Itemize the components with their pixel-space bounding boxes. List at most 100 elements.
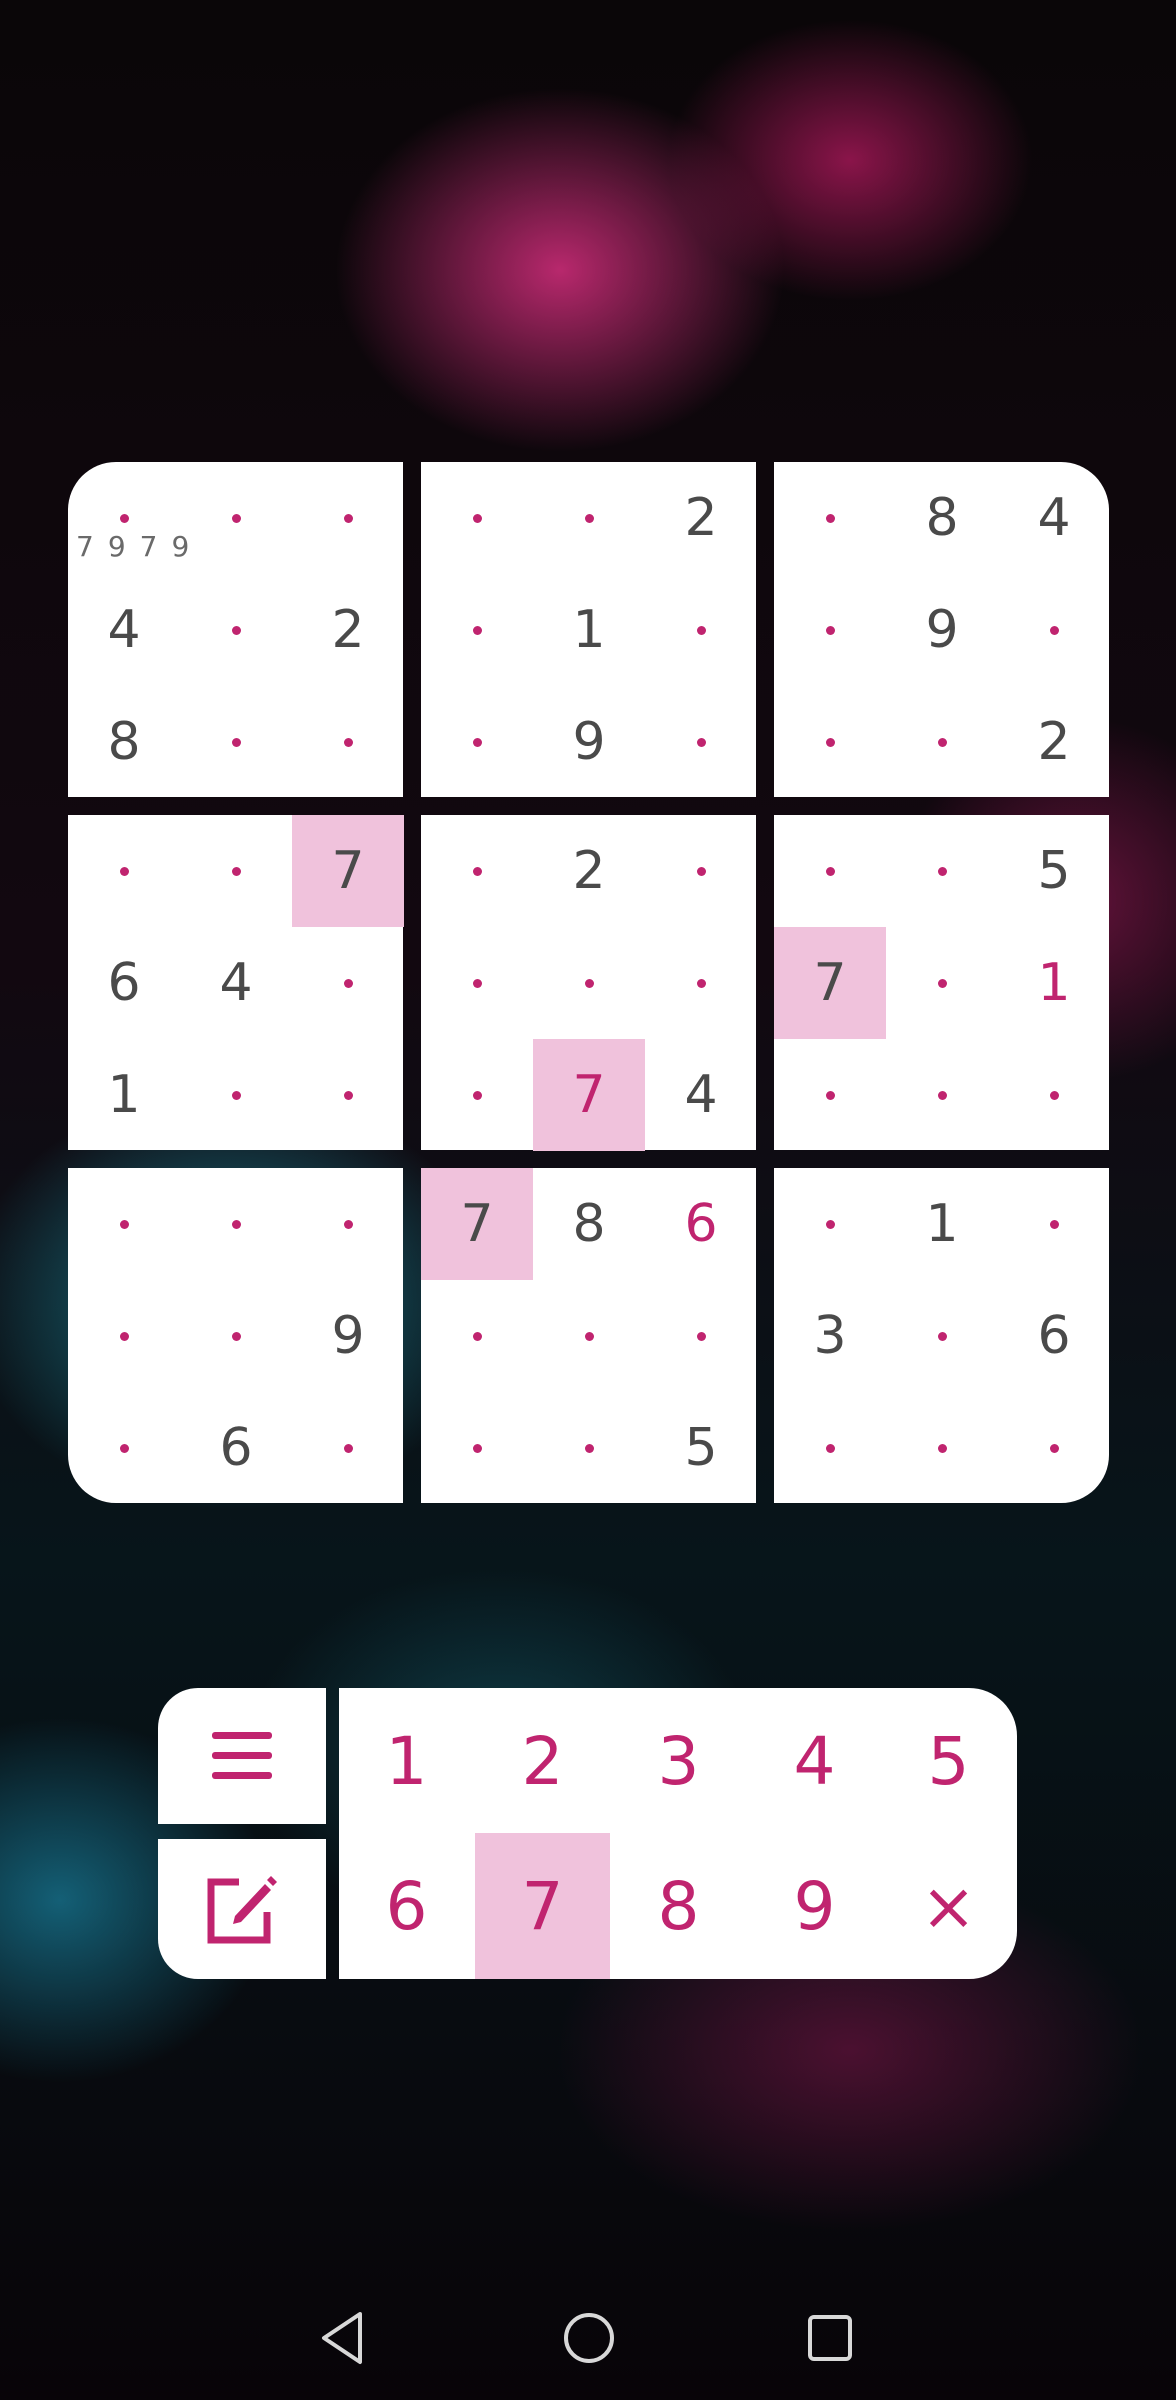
sudoku-cell[interactable]: 7 — [421, 1168, 533, 1280]
sudoku-cell[interactable] — [68, 1392, 180, 1504]
sudoku-cell[interactable] — [774, 574, 886, 686]
sudoku-box: 786 5 — [421, 1168, 756, 1503]
sudoku-cell[interactable]: 6 — [180, 1392, 292, 1504]
sudoku-cell[interactable] — [533, 462, 645, 574]
sudoku-cell[interactable] — [292, 1039, 404, 1151]
sudoku-cell[interactable] — [421, 686, 533, 798]
sudoku-cell[interactable]: 8 — [886, 462, 998, 574]
sudoku-cell[interactable] — [886, 927, 998, 1039]
number-key-6[interactable]: 6 — [339, 1833, 474, 1979]
sudoku-box: 2 74 — [421, 815, 757, 1151]
sudoku-cell[interactable] — [533, 1280, 645, 1392]
sudoku-cell[interactable]: 2 — [292, 574, 404, 686]
sudoku-cell[interactable] — [998, 1039, 1110, 1151]
sudoku-cell[interactable]: 5 — [998, 815, 1110, 927]
sudoku-cell[interactable]: 9 — [533, 686, 645, 798]
sudoku-cell[interactable]: 1 — [886, 1168, 998, 1280]
home-circle-icon[interactable] — [562, 2310, 616, 2366]
sudoku-cell[interactable] — [886, 815, 998, 927]
sudoku-cell[interactable]: 2 — [998, 686, 1110, 798]
sudoku-cell[interactable]: 3 — [774, 1280, 886, 1392]
number-key-4[interactable]: 4 — [747, 1688, 882, 1834]
sudoku-cell[interactable] — [292, 1168, 404, 1280]
sudoku-cell[interactable] — [180, 1280, 292, 1392]
sudoku-cell[interactable] — [774, 686, 886, 798]
sudoku-cell[interactable]: 7 — [292, 815, 404, 927]
sudoku-cell[interactable]: 6 — [68, 927, 180, 1039]
sudoku-cell[interactable] — [886, 1392, 998, 1504]
sudoku-cell[interactable] — [421, 815, 533, 927]
sudoku-cell[interactable] — [645, 686, 757, 798]
sudoku-cell[interactable] — [533, 1392, 645, 1504]
sudoku-cell[interactable] — [68, 1168, 180, 1280]
sudoku-cell[interactable] — [774, 1168, 886, 1280]
sudoku-cell[interactable] — [180, 815, 292, 927]
sudoku-cell[interactable]: 4 — [645, 1039, 757, 1151]
sudoku-cell[interactable]: 7 — [533, 1039, 645, 1151]
sudoku-cell[interactable]: 5 — [645, 1392, 757, 1504]
sudoku-cell[interactable] — [998, 574, 1110, 686]
sudoku-cell[interactable] — [292, 462, 404, 574]
sudoku-cell[interactable]: 6 — [645, 1168, 757, 1280]
menu-button[interactable] — [158, 1688, 326, 1824]
sudoku-cell[interactable] — [645, 927, 757, 1039]
note-digit: 7 — [139, 529, 158, 563]
sudoku-board: 428797921984927641274571967865136 — [0, 0, 1176, 1600]
sudoku-cell[interactable]: 8 — [533, 1168, 645, 1280]
number-key-8[interactable]: 8 — [611, 1833, 746, 1979]
number-key-5[interactable]: 5 — [881, 1688, 1016, 1834]
number-key-1[interactable]: 1 — [339, 1688, 474, 1834]
sudoku-cell[interactable] — [421, 462, 533, 574]
sudoku-cell[interactable] — [180, 686, 292, 798]
sudoku-cell[interactable] — [68, 1280, 180, 1392]
number-key-7[interactable]: 7 — [475, 1833, 610, 1979]
sudoku-cell[interactable] — [774, 1039, 886, 1151]
sudoku-cell[interactable] — [180, 462, 292, 574]
number-key-3[interactable]: 3 — [611, 1688, 746, 1834]
sudoku-cell[interactable]: 8 — [68, 686, 180, 798]
sudoku-cell[interactable]: 4 — [998, 462, 1110, 574]
sudoku-cell[interactable] — [292, 686, 404, 798]
sudoku-cell[interactable] — [421, 927, 533, 1039]
sudoku-cell[interactable] — [774, 815, 886, 927]
sudoku-cell[interactable] — [886, 686, 998, 798]
sudoku-cell[interactable] — [180, 1168, 292, 1280]
erase-key[interactable]: × — [881, 1833, 1016, 1979]
sudoku-cell[interactable] — [886, 1039, 998, 1151]
sudoku-cell[interactable]: 1 — [68, 1039, 180, 1151]
sudoku-box: 7641 — [68, 815, 404, 1151]
sudoku-cell[interactable] — [645, 574, 757, 686]
sudoku-cell[interactable] — [886, 1280, 998, 1392]
sudoku-cell[interactable] — [292, 927, 404, 1039]
sudoku-cell[interactable]: 2 — [645, 462, 757, 574]
sudoku-cell[interactable] — [68, 815, 180, 927]
sudoku-cell[interactable] — [998, 1392, 1110, 1504]
sudoku-cell[interactable] — [180, 1039, 292, 1151]
sudoku-cell[interactable]: 9 — [886, 574, 998, 686]
sudoku-cell[interactable] — [645, 815, 757, 927]
sudoku-cell[interactable] — [421, 1280, 533, 1392]
sudoku-cell[interactable]: 2 — [533, 815, 645, 927]
sudoku-cell[interactable]: 4 — [68, 574, 180, 686]
sudoku-cell[interactable] — [421, 574, 533, 686]
number-key-2[interactable]: 2 — [475, 1688, 610, 1834]
sudoku-cell[interactable] — [774, 462, 886, 574]
sudoku-cell[interactable]: 7 — [774, 927, 886, 1039]
sudoku-cell[interactable] — [180, 574, 292, 686]
sudoku-cell[interactable] — [421, 1039, 533, 1151]
sudoku-cell[interactable] — [421, 1392, 533, 1504]
sudoku-cell[interactable]: 4 — [180, 927, 292, 1039]
sudoku-cell[interactable]: 1 — [998, 927, 1110, 1039]
sudoku-cell[interactable] — [774, 1392, 886, 1504]
number-key-9[interactable]: 9 — [747, 1833, 882, 1979]
sudoku-cell[interactable] — [292, 1392, 404, 1504]
sudoku-cell[interactable]: 1 — [533, 574, 645, 686]
notes-mode-button[interactable] — [158, 1839, 326, 1979]
sudoku-cell[interactable]: 9 — [292, 1280, 404, 1392]
recents-square-icon[interactable] — [806, 2310, 854, 2366]
sudoku-cell[interactable] — [533, 927, 645, 1039]
sudoku-cell[interactable] — [998, 1168, 1110, 1280]
back-triangle-icon[interactable] — [318, 2310, 366, 2366]
sudoku-cell[interactable] — [645, 1280, 757, 1392]
sudoku-cell[interactable]: 6 — [998, 1280, 1110, 1392]
